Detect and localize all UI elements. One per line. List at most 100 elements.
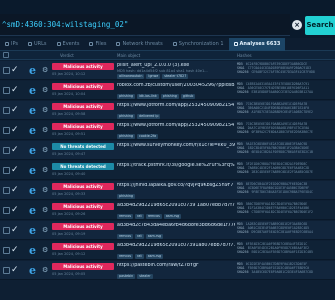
row-checkbox[interactable] (3, 147, 10, 154)
tag-badge[interactable]: cookie-2fa (137, 134, 159, 139)
tag-badge[interactable]: stealer (137, 274, 153, 279)
hash-line[interactable]: SHA256 E0D1C2B3A4F5E6D7C8B9A0F1E2D3C4B5 (237, 250, 333, 254)
tab-urls[interactable]: URLs (23, 38, 52, 51)
main-object[interactable]: https://pastebin.com/raw/tZ7bYgF (117, 263, 235, 268)
table-row[interactable]: ✓ e ⚙ Malicious activity 05 Jan 2024, 09:58 h… (0, 101, 335, 120)
hash-line[interactable]: SHA256 2B3C4D5E6F7A8B9C0D1E2F3A4B5C6D7E (237, 170, 333, 174)
table-row[interactable]: ✓ e ⚙ No threats detected 05 Jan 2024, 09:40… (0, 161, 335, 180)
table-row[interactable]: ✓ e ⚙ Malicious activity 05 Jan 2024, 10:12 p… (0, 61, 335, 80)
hash-line[interactable]: SHA256 A1F0D7C5E3A2B8D9C6E4F1A0B3C7D9E2 (237, 110, 333, 114)
hash-line[interactable]: SHA256 6E5D4C3B2A1F0E9D8C7B6A5F4E3D2C1B (237, 150, 333, 154)
main-object[interactable]: https://www.surveymonkey.com/r/x1c?ie=kk… (117, 143, 235, 148)
main-object[interactable]: ad3b4d29d2219d65c2091c0739 1a807ebb7d7f7… (117, 203, 235, 208)
row-checkbox[interactable] (3, 207, 10, 214)
tag-badge[interactable]: stealer t7827 (162, 74, 189, 79)
main-object[interactable]: ad3b4d29d2219d65c2091c07391a807ebb7d7f7.… (117, 243, 235, 248)
tag-badge[interactable]: asm-rsg (163, 214, 182, 219)
row-checkbox[interactable] (3, 187, 10, 194)
gear-icon[interactable]: ⚙ (42, 206, 48, 214)
gear-icon[interactable]: ⚙ (42, 126, 48, 134)
hash-line[interactable]: SHA256 9F8E7D6C5B4A3F2E1D0C9B8A7F6E5D4C (237, 190, 333, 194)
main-object[interactable]: ad3b4d2c7b43da4eba6fb4d6b8fe3bd6d6de1f77… (117, 223, 235, 228)
header-verdict[interactable]: Verdict (60, 53, 74, 58)
main-object[interactable]: https://www.jotform.com/app/253245090982… (117, 123, 235, 128)
row-checkbox[interactable] (3, 67, 10, 74)
gear-icon[interactable]: ⚙ (42, 86, 48, 94)
row-checkbox[interactable] (3, 87, 10, 94)
table-row[interactable]: ✓ e ⚙ Malicious activity 05 Jan 2024, 09:51 h… (0, 121, 335, 140)
main-object[interactable]: plisit_alert_upl_2.0.0.0 (3).exe (117, 63, 235, 68)
header-hashes[interactable]: Hashes (237, 53, 252, 58)
tag-badge[interactable]: phishing (117, 194, 136, 199)
gear-icon[interactable]: ⚙ (42, 246, 48, 254)
tag-badge[interactable]: phishing (117, 94, 136, 99)
table-row[interactable]: ✓ e ⚙ Malicious activity 05 Jan 2024, 09:26 a… (0, 201, 335, 220)
table-row[interactable]: ✓ e ⚙ Malicious activity 05 Jan 2024, 09:12 a… (0, 241, 335, 260)
gear-icon[interactable]: ⚙ (42, 226, 48, 234)
hash-line[interactable]: SHA256 3A4B5C6D7E8F9A0B1C2D3E4F5A6B7C8D (237, 270, 333, 274)
hash-value[interactable]: A1F0D7C5E3A2B8D9C6E4F1A0B3C7D9E2 (252, 110, 313, 114)
tab-files[interactable]: Files (84, 38, 111, 51)
tag-badge[interactable]: lgnwe (146, 74, 161, 79)
hash-value[interactable]: E3B1E8D8F5A4B0CCE3E52A4BC6B127AA (252, 90, 313, 94)
clear-search-icon[interactable]: × (292, 20, 302, 30)
row-checkbox[interactable] (3, 227, 10, 234)
row-checkbox[interactable] (3, 267, 10, 274)
main-object[interactable]: https://www.jotform.com/app/253245090982… (117, 103, 235, 108)
gear-icon[interactable]: ⚙ (42, 186, 48, 194)
tag-badge[interactable]: phishing (117, 134, 136, 139)
row-checkbox[interactable] (3, 167, 10, 174)
tag-badge[interactable]: github (180, 94, 196, 99)
table-row[interactable]: ✓ e ⚙ No threats detected 05 Jan 2024, 09:47… (0, 141, 335, 160)
hash-line[interactable]: SHA256 CE9ABF32C7AF7BC45E7D3A3F41CB7F0D8 (237, 70, 333, 74)
hash-value[interactable]: 9F8E7D6C5B4A3F2E1D0C9B8A7F6E5D4C (252, 190, 313, 194)
tag-badge[interactable]: phishing (160, 94, 179, 99)
tab-analyses[interactable]: Analyses 6633 (228, 37, 286, 51)
gear-icon[interactable]: ⚙ (42, 166, 48, 174)
table-row[interactable]: ✓ e ⚙ Malicious activity 05 Jan 2024, 10:04 r… (0, 81, 335, 100)
header-main-object[interactable]: Main object (117, 53, 140, 58)
search-button[interactable]: Search (305, 16, 335, 35)
tag-badge[interactable]: asm-rsg (145, 254, 164, 259)
row-checkbox[interactable] (3, 247, 10, 254)
main-object[interactable]: https://track.pstmrk.it/3s/google.se%2Fu… (117, 163, 235, 168)
tag-badge[interactable]: idk-ios-link (137, 94, 159, 99)
tag-badge[interactable]: remcos (117, 214, 134, 219)
hash-value[interactable]: 3A4B5C6D7E8F9A0B1C2D3E4F5A6B7C8D (252, 270, 313, 274)
tab-synchronization[interactable]: Synchronization 1 (168, 38, 229, 51)
row-checkbox[interactable] (3, 107, 10, 114)
row-checkbox[interactable] (3, 127, 10, 134)
hash-value[interactable]: 6E5D4C3B2A1F0E9D8C7B6A5F4E3D2C1B (252, 150, 313, 154)
table-row[interactable]: ✓ e ⚙ Malicious activity 05 Jan 2024, 09:05 h… (0, 261, 335, 280)
tag-badge[interactable]: allinoneautoin (117, 74, 145, 79)
hash-value[interactable]: C7D8E9F0A1B2C3D4E5F6A7B8C9D0E1F2 (252, 210, 313, 214)
hash-value[interactable]: E0D1C2B3A4F5E6D7C8B9A0F1E2D3C4B5 (252, 250, 313, 254)
table-row[interactable]: ✓ e ⚙ Malicious activity 05 Jan 2024, 09:33 h… (0, 181, 335, 200)
tag-badge[interactable]: remcos (117, 254, 134, 259)
hash-line[interactable]: SHA256 D9C8B7A6F5E4D3C2B1A0F9E8D7C6B5A4 (237, 230, 333, 234)
hash-line[interactable]: SHA256 C7D8E9F0A1B2C3D4E5F6A7B8C9D0E1F2 (237, 210, 333, 214)
gear-icon[interactable]: ⚙ (42, 106, 48, 114)
tag-badge[interactable]: remcos (145, 214, 162, 219)
select-all-checkbox[interactable] (3, 52, 9, 58)
hash-value[interactable]: CE9ABF32C7AF7BC45E7D3A3F41CB7F0D8 (252, 70, 315, 74)
tag-badge[interactable]: asm-rsg (145, 234, 164, 239)
tag-badge[interactable]: rat (135, 214, 144, 219)
gear-icon[interactable]: ⚙ (42, 66, 48, 74)
tag-badge[interactable]: pastebin (117, 274, 136, 279)
tag-badge[interactable]: rat (135, 234, 144, 239)
search-input[interactable]: ^smD:4360:304:wilstaging_02" (0, 14, 290, 36)
search-query[interactable]: ^smD:4360:304:wilstaging_02" (2, 20, 128, 29)
hash-line[interactable]: SHA256 0F3B9A2C7E6D4A1B8C5F0E2D9A3B6C7E (237, 130, 333, 134)
tag-badge[interactable]: rat (135, 254, 144, 259)
gear-icon[interactable]: ⚙ (42, 146, 48, 154)
main-object[interactable]: https://jnlhid.lapaika.gov.co/?qvjPq9Kbs… (117, 183, 235, 188)
gear-icon[interactable]: ⚙ (42, 266, 48, 274)
hash-value[interactable]: D9C8B7A6F5E4D3C2B1A0F9E8D7C6B5A4 (252, 230, 313, 234)
main-object[interactable]: roblox.com.zb/custom/user/2003045296/?pp… (117, 83, 235, 88)
table-row[interactable]: ✓ e ⚙ Malicious activity 05 Jan 2024, 09:19 a… (0, 221, 335, 240)
tab-network-threats[interactable]: Network threats (111, 38, 167, 51)
tab-ips[interactable]: IPs (0, 38, 23, 51)
hash-line[interactable]: SHA256 E3B1E8D8F5A4B0CCE3E52A4BC6B127AA (237, 90, 333, 94)
tab-events[interactable]: Events (52, 38, 85, 51)
